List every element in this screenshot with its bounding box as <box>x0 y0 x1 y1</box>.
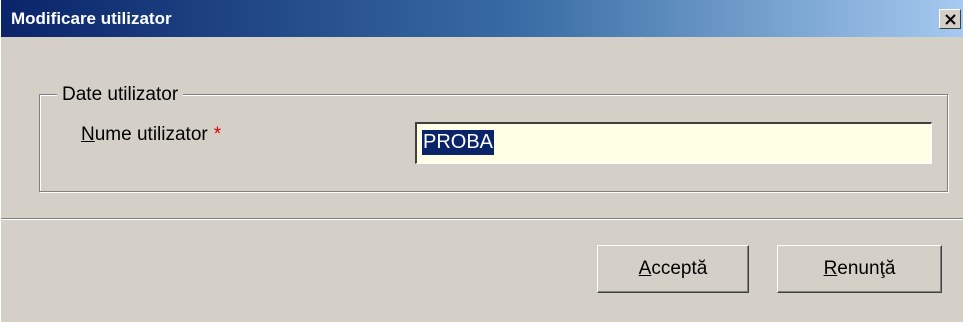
cancel-button-mnemonic: R <box>823 258 838 279</box>
cancel-button[interactable]: Renunţă <box>777 245 942 293</box>
accept-button-mnemonic: A <box>638 258 652 279</box>
window-title: Modificare utilizator <box>11 9 172 28</box>
accept-button-label: cceptă <box>651 258 708 279</box>
required-marker: * <box>213 124 222 145</box>
username-input[interactable]: PROBA <box>415 122 932 164</box>
button-separator <box>1 218 963 220</box>
accept-button[interactable]: Acceptă <box>597 245 749 293</box>
title-bar[interactable]: Modificare utilizator <box>1 0 963 37</box>
close-button[interactable] <box>939 9 961 29</box>
username-label: Nume utilizator * <box>81 124 221 146</box>
dialog-window: Modificare utilizator Date utilizator Nu… <box>0 0 963 322</box>
close-icon <box>945 14 956 25</box>
username-label-text: ume utilizator <box>94 124 208 145</box>
cancel-button-label: enunţă <box>837 258 896 279</box>
username-input-value: PROBA <box>422 130 495 155</box>
groupbox-legend: Date utilizator <box>57 84 184 106</box>
username-label-mnemonic: N <box>81 124 95 145</box>
